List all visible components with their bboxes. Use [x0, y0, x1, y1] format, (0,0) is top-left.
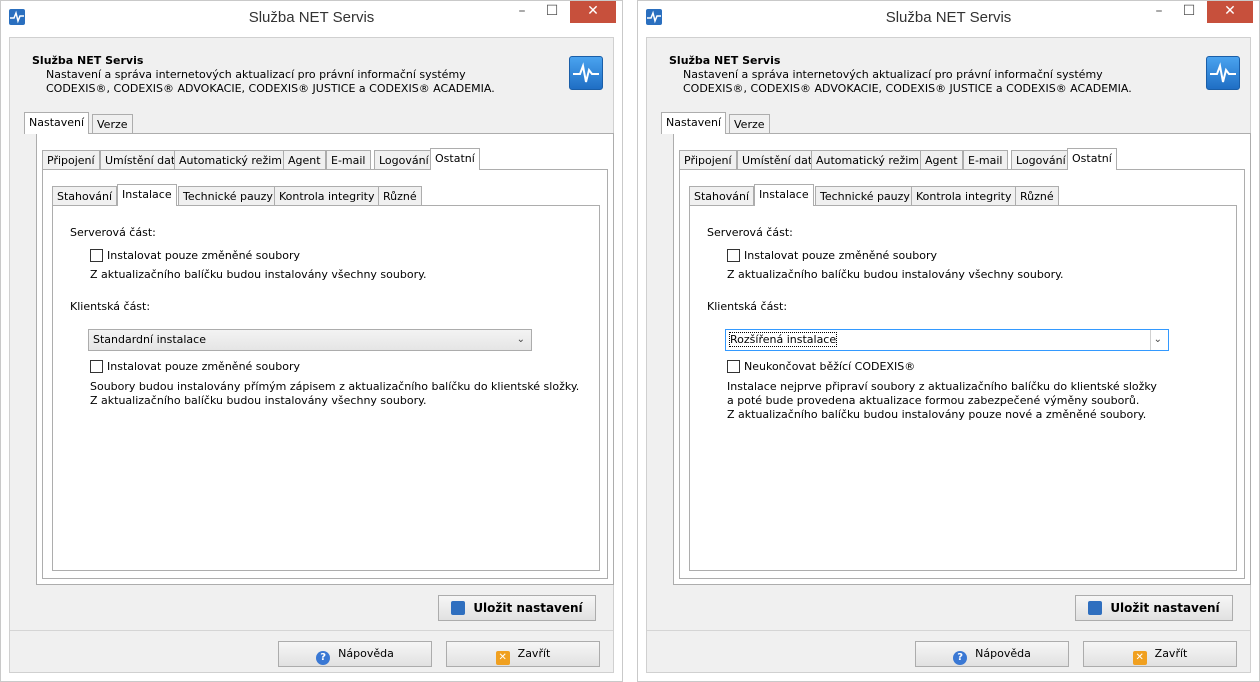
client-only-changed-label: Instalovat pouze změněné soubory — [107, 360, 300, 373]
client-keep-running-label: Neukončovat běžící CODEXIS® — [744, 360, 916, 373]
tab-email[interactable]: E-mail — [326, 150, 371, 170]
close-icon: ✕ — [495, 651, 510, 665]
window-body: Služba NET Servis Nastavení a správa int… — [646, 37, 1251, 673]
title-bar[interactable]: Služba NET Servis – ☐ ✕ — [638, 1, 1259, 37]
tab-pripojeni[interactable]: Připojení — [42, 150, 100, 170]
settings-window-right: Služba NET Servis – ☐ ✕ Služba NET Servi… — [637, 0, 1260, 682]
close-button[interactable]: ✕ Zavřít — [1083, 641, 1237, 667]
maximize-button[interactable]: ☐ — [538, 1, 566, 23]
help-icon: ? — [316, 651, 331, 665]
divider — [647, 630, 1250, 631]
help-label: Nápověda — [338, 647, 394, 660]
client-install-mode-select[interactable]: Standardní instalace ⌄ — [88, 329, 532, 351]
tab-agent[interactable]: Agent — [920, 150, 963, 170]
header-description: Nastavení a správa internetových aktuali… — [46, 68, 495, 96]
server-section-label: Serverová část: — [707, 226, 793, 239]
client-note-line-1: Instalace nejprve připraví soubory z akt… — [727, 380, 1157, 393]
close-button[interactable]: ✕ Zavřít — [446, 641, 600, 667]
help-button[interactable]: ? Nápověda — [915, 641, 1069, 667]
server-only-changed-label: Instalovat pouze změněné soubory — [107, 249, 300, 262]
close-window-button[interactable]: ✕ — [1207, 1, 1253, 23]
save-settings-button[interactable]: Uložit nastavení — [1075, 595, 1233, 621]
close-label: Zavřít — [1154, 647, 1188, 660]
tab-agent[interactable]: Agent — [283, 150, 326, 170]
client-install-mode-value: Rozšířená instalace — [728, 332, 838, 347]
tab-technicke-pauzy[interactable]: Technické pauzy — [815, 186, 915, 206]
header: Služba NET Servis Nastavení a správa int… — [10, 38, 613, 104]
tab-pripojeni[interactable]: Připojení — [679, 150, 737, 170]
close-window-button[interactable]: ✕ — [570, 1, 616, 23]
tab-ostatni[interactable]: Ostatní — [430, 148, 480, 170]
chevron-down-icon: ⌄ — [1153, 334, 1162, 345]
client-note-line-2: Z aktualizačního balíčku budou instalová… — [90, 394, 427, 407]
pulse-logo-icon — [569, 56, 603, 90]
server-only-changed-checkbox[interactable] — [727, 249, 740, 262]
tab-stahovani[interactable]: Stahování — [52, 186, 118, 206]
header-desc-line-2: CODEXIS®, CODEXIS® ADVOKACIE, CODEXIS® J… — [683, 82, 1132, 95]
tab-verze[interactable]: Verze — [92, 114, 133, 134]
tab-kontrola-integrity[interactable]: Kontrola integrity — [911, 186, 1017, 206]
floppy-disk-icon — [451, 601, 466, 615]
save-settings-label: Uložit nastavení — [1110, 601, 1220, 615]
title-bar[interactable]: Služba NET Servis – ☐ ✕ — [1, 1, 622, 37]
tab-ostatni[interactable]: Ostatní — [1067, 148, 1117, 170]
header: Služba NET Servis Nastavení a správa int… — [647, 38, 1250, 104]
tab-automaticky-rezim[interactable]: Automatický režim — [174, 150, 287, 170]
client-install-mode-value: Standardní instalace — [93, 333, 206, 346]
client-only-changed-checkbox[interactable] — [90, 360, 103, 373]
window-body: Služba NET Servis Nastavení a správa int… — [9, 37, 614, 673]
tab-umisteni-dat[interactable]: Umístění dat — [737, 150, 818, 170]
maximize-button[interactable]: ☐ — [1175, 1, 1203, 23]
save-settings-button[interactable]: Uložit nastavení — [438, 595, 596, 621]
tab-nastaveni[interactable]: Nastavení — [661, 112, 727, 134]
settings-window-left: Služba NET Servis – ☐ ✕ Služba NET Servi… — [0, 0, 623, 682]
tab-logovani[interactable]: Logování — [374, 150, 434, 170]
client-note-line-3: Z aktualizačního balíčku budou instalová… — [727, 408, 1147, 421]
client-install-mode-select[interactable]: Rozšířená instalace ⌄ — [725, 329, 1169, 351]
save-settings-label: Uložit nastavení — [473, 601, 583, 615]
server-note: Z aktualizačního balíčku budou instalová… — [90, 268, 427, 281]
minimize-button[interactable]: – — [1145, 1, 1173, 23]
header-desc-line-2: CODEXIS®, CODEXIS® ADVOKACIE, CODEXIS® J… — [46, 82, 495, 95]
server-section-label: Serverová část: — [70, 226, 156, 239]
chevron-down-icon: ⌄ — [516, 334, 525, 345]
close-label: Zavřít — [517, 647, 551, 660]
floppy-disk-icon — [1088, 601, 1103, 615]
header-desc-line-1: Nastavení a správa internetových aktuali… — [46, 68, 466, 81]
tab-verze[interactable]: Verze — [729, 114, 770, 134]
tab-umisteni-dat[interactable]: Umístění dat — [100, 150, 181, 170]
client-note-line-1: Soubory budou instalovány přímým zápisem… — [90, 380, 580, 393]
help-icon: ? — [953, 651, 968, 665]
close-icon: ✕ — [1132, 651, 1147, 665]
divider — [10, 630, 613, 631]
header-title: Služba NET Servis — [669, 54, 781, 67]
client-section-label: Klientská část: — [707, 300, 788, 313]
header-desc-line-1: Nastavení a správa internetových aktuali… — [683, 68, 1103, 81]
help-button[interactable]: ? Nápověda — [278, 641, 432, 667]
tab-technicke-pauzy[interactable]: Technické pauzy — [178, 186, 278, 206]
server-note: Z aktualizačního balíčku budou instalová… — [727, 268, 1064, 281]
tab-automaticky-rezim[interactable]: Automatický režim — [811, 150, 924, 170]
minimize-button[interactable]: – — [508, 1, 536, 23]
tab-ruzne[interactable]: Různé — [378, 186, 422, 206]
tab-kontrola-integrity[interactable]: Kontrola integrity — [274, 186, 380, 206]
client-section-label: Klientská část: — [70, 300, 151, 313]
tab-ruzne[interactable]: Různé — [1015, 186, 1059, 206]
header-description: Nastavení a správa internetových aktuali… — [683, 68, 1132, 96]
tab-instalace[interactable]: Instalace — [117, 184, 177, 206]
tab-logovani[interactable]: Logování — [1011, 150, 1071, 170]
client-note-line-2: a poté bude provedena aktualizace formou… — [727, 394, 1140, 407]
tab-nastaveni[interactable]: Nastavení — [24, 112, 90, 134]
help-label: Nápověda — [975, 647, 1031, 660]
tab-instalace[interactable]: Instalace — [754, 184, 814, 206]
tab-stahovani[interactable]: Stahování — [689, 186, 755, 206]
header-title: Služba NET Servis — [32, 54, 144, 67]
tab-email[interactable]: E-mail — [963, 150, 1008, 170]
client-keep-running-checkbox[interactable] — [727, 360, 740, 373]
server-only-changed-label: Instalovat pouze změněné soubory — [744, 249, 937, 262]
server-only-changed-checkbox[interactable] — [90, 249, 103, 262]
pulse-logo-icon — [1206, 56, 1240, 90]
